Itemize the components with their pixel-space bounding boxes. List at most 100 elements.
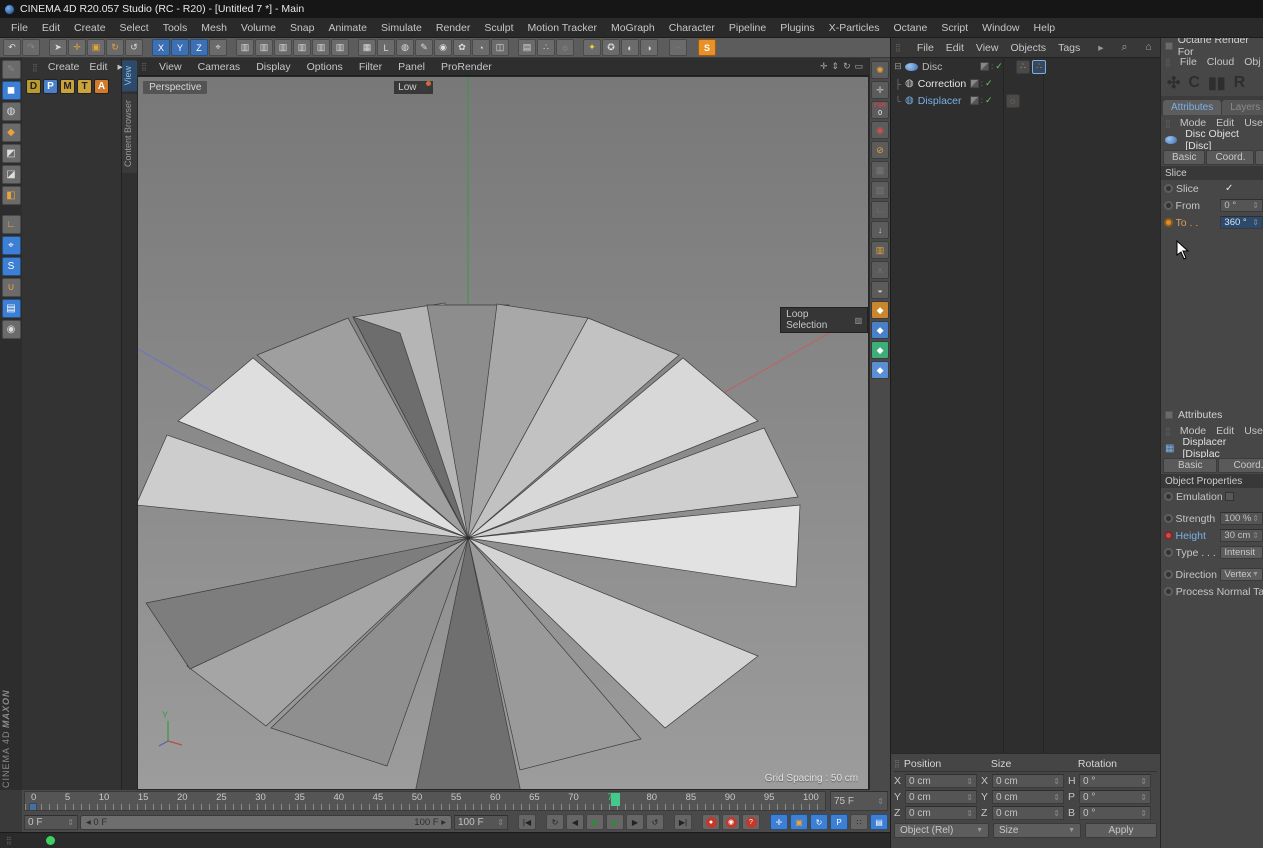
size-y-field[interactable]: 0 cm⇕: [992, 790, 1064, 804]
octane-restart-icon[interactable]: C: [1188, 74, 1200, 92]
menu-item[interactable]: Mesh: [194, 22, 234, 34]
spinner-icon[interactable]: ⇕: [1252, 514, 1259, 523]
rotation-b-field[interactable]: 0 °⇕: [1079, 806, 1151, 820]
menu-item[interactable]: Snap: [283, 22, 322, 34]
menu-item[interactable]: Octane: [886, 22, 934, 34]
palette-menu-edit[interactable]: Edit: [85, 61, 111, 73]
wireframe-icon[interactable]: ∟: [871, 201, 889, 219]
palette-tile-m[interactable]: M: [60, 79, 75, 94]
timeline-ruler[interactable]: 0510152025303540455055606570758085909510…: [24, 791, 826, 811]
octane-menu-objects[interactable]: Obj: [1239, 56, 1263, 68]
position-y-field[interactable]: 0 cm⇕: [905, 790, 977, 804]
keyframe-panel-button[interactable]: ▤: [870, 814, 888, 830]
material-blue-icon[interactable]: ◆: [871, 321, 889, 339]
tree-row-correction[interactable]: ├ ◍ Correction : ✓: [891, 75, 1187, 92]
object-name[interactable]: Disc: [922, 61, 980, 73]
spinner-icon[interactable]: ⇕: [1053, 809, 1060, 818]
slice-checkbox[interactable]: ✓: [1225, 183, 1233, 194]
toolbar-icon[interactable]: ▣: [87, 39, 105, 56]
preview-end-field[interactable]: 75 F⇕: [830, 791, 888, 811]
object-properties-header[interactable]: Object Properties: [1161, 474, 1263, 488]
search-icon[interactable]: ⌕: [1116, 41, 1134, 54]
layer-swatch-icon[interactable]: [970, 96, 979, 105]
tab-basic[interactable]: Basic: [1163, 458, 1217, 473]
collapse-icon[interactable]: ⊟: [891, 61, 905, 72]
toolbar-icon[interactable]: ▥: [274, 39, 292, 56]
size-x-field[interactable]: 0 cm⇕: [992, 774, 1064, 788]
enabled-check-icon[interactable]: ✓: [985, 95, 993, 106]
viewport-menu-item[interactable]: Display: [248, 61, 298, 73]
spinner-icon[interactable]: ⇕: [1252, 201, 1259, 210]
rotate-view-icon[interactable]: ↻: [843, 61, 851, 72]
menu-item[interactable]: Create: [67, 22, 113, 34]
type-dropdown[interactable]: Intensit: [1220, 546, 1263, 559]
tab-content-browser[interactable]: Content Browser: [122, 94, 137, 173]
spinner-icon[interactable]: ⇕: [1053, 777, 1060, 786]
spinner-icon[interactable]: ⇕: [67, 818, 74, 827]
menu-item[interactable]: MoGraph: [604, 22, 662, 34]
record-rotation-toggle[interactable]: ↻: [810, 814, 828, 830]
goto-end-button[interactable]: ▶|: [674, 814, 692, 830]
cycle-button[interactable]: ↻: [546, 814, 564, 830]
spinner-icon[interactable]: ⇕: [966, 777, 973, 786]
mode-icon[interactable]: ◆: [2, 123, 21, 142]
render-passes-icon[interactable]: ▥: [871, 241, 889, 259]
autokey-button[interactable]: ◉: [722, 814, 740, 830]
octane-region-icon[interactable]: R: [1234, 74, 1246, 92]
menu-item[interactable]: Sculpt: [477, 22, 520, 34]
keyframe-selection-button[interactable]: ?: [742, 814, 760, 830]
focus-picker-icon[interactable]: ✛: [871, 81, 889, 99]
om-menu-item[interactable]: View: [970, 42, 1005, 54]
viewport-canvas[interactable]: Perspective Low Loop Selection ▨ Grid Sp…: [137, 76, 869, 790]
tab-coord[interactable]: Coord.: [1206, 150, 1254, 165]
palette-tile-a[interactable]: A: [94, 79, 109, 94]
menu-item[interactable]: Tools: [156, 22, 195, 34]
fsr-indicator[interactable]: FSR0: [871, 101, 889, 119]
toolbar-icon[interactable]: L: [377, 39, 395, 56]
size-mode-dropdown[interactable]: Size▼: [993, 823, 1081, 838]
slice-section-header[interactable]: Slice: [1161, 166, 1263, 180]
mode-icon[interactable]: ◪: [2, 165, 21, 184]
viewport-menu-item[interactable]: Filter: [351, 61, 390, 73]
menu-item[interactable]: File: [4, 22, 35, 34]
toolbar-icon[interactable]: ✪: [602, 39, 620, 56]
toolbar-icon[interactable]: ↶: [3, 39, 21, 56]
om-menu-item[interactable]: Edit: [940, 42, 970, 54]
play-sound-button[interactable]: ▶: [606, 814, 624, 830]
toolbar-icon[interactable]: ↺: [125, 39, 143, 56]
keyframe-radio-icon[interactable]: [1164, 570, 1173, 579]
palette-tile-p[interactable]: P: [43, 79, 58, 94]
strength-field[interactable]: 100 %⇕: [1220, 512, 1263, 525]
tree-row-disc[interactable]: ⊟ Disc : ✓ ∴ ∴: [891, 58, 1187, 75]
snapshot-icon[interactable]: ◒: [871, 281, 889, 299]
record-parameter-toggle[interactable]: P: [830, 814, 848, 830]
toolbar-icon[interactable]: S: [698, 39, 716, 56]
mode-icon[interactable]: ⌖: [2, 236, 21, 255]
mode-icon[interactable]: S: [2, 257, 21, 276]
menu-item[interactable]: Simulate: [374, 22, 429, 34]
height-field[interactable]: 30 cm⇕: [1220, 529, 1263, 542]
toolbar-icon[interactable]: ◌: [556, 39, 574, 56]
menu-item[interactable]: Animate: [321, 22, 374, 34]
camera-label[interactable]: Perspective: [143, 81, 207, 94]
toolbar-icon[interactable]: ↷: [22, 39, 40, 56]
range-end-field[interactable]: 100 F⇕: [454, 815, 508, 830]
toolbar-icon[interactable]: ▥: [331, 39, 349, 56]
toolbar-icon[interactable]: ✎: [415, 39, 433, 56]
visibility-dots-icon[interactable]: :: [981, 98, 983, 104]
menu-item[interactable]: Render: [429, 22, 477, 34]
previous-key-button[interactable]: ◀: [566, 814, 584, 830]
palette-tile-t[interactable]: T: [77, 79, 92, 94]
loop-button[interactable]: ↺: [646, 814, 664, 830]
keyframe-radio-icon[interactable]: [1164, 184, 1173, 193]
rotation-h-field[interactable]: 0 °⇕: [1079, 774, 1151, 788]
tab-view[interactable]: View: [122, 60, 137, 91]
viewport-menu-item[interactable]: Panel: [390, 61, 433, 73]
tab-layers[interactable]: Layers: [1222, 100, 1263, 115]
quality-label[interactable]: Low: [394, 81, 432, 94]
playhead-marker[interactable]: [29, 803, 37, 811]
emulation-checkbox[interactable]: [1225, 492, 1234, 501]
spinner-icon[interactable]: ⇕: [1140, 793, 1147, 802]
toolbar-icon[interactable]: ▦: [358, 39, 376, 56]
menu-item[interactable]: Volume: [234, 22, 283, 34]
